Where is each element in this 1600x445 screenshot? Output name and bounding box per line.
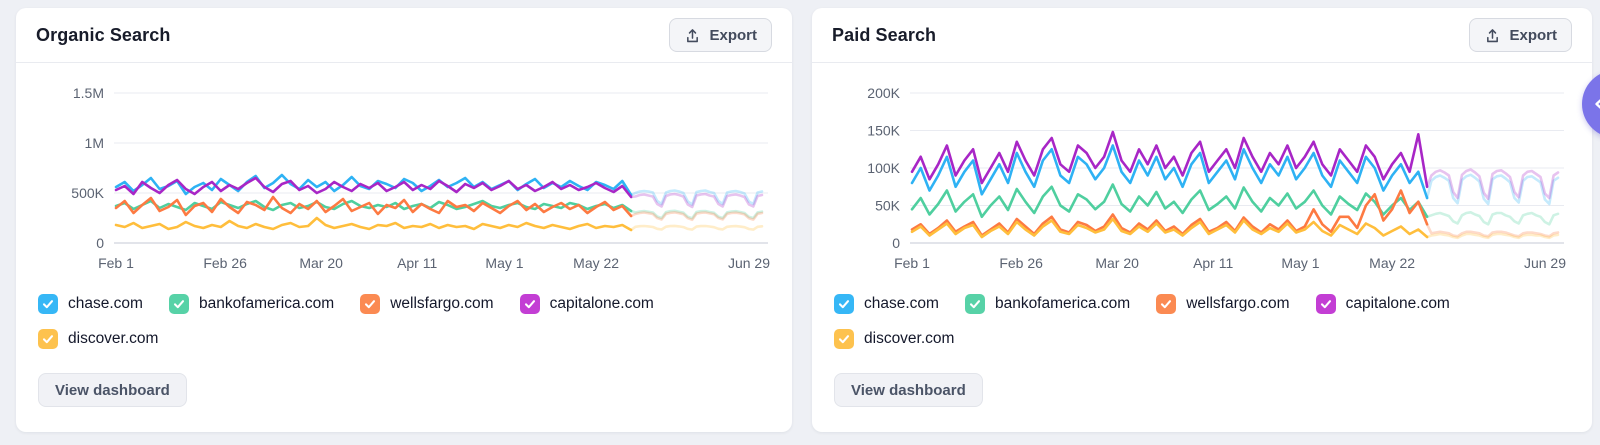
export-button-label: Export xyxy=(709,27,757,44)
organic-search-panel: Organic Search Export 1.5M 1M 500K 0 Feb 1 Fe… xyxy=(16,8,792,432)
svg-text:100K: 100K xyxy=(867,160,900,176)
chevron-left-icon xyxy=(1588,94,1600,114)
checkbox-checked-icon[interactable] xyxy=(38,294,58,314)
legend-row: chase.com bankofamerica.com wellsfargo.com… xyxy=(834,294,1570,314)
paid-search-chart[interactable]: 200K 150K 100K 50K 0 Feb 1 Feb 26 Mar 20 Apr 11 M… xyxy=(830,75,1570,280)
legend-label: discover.com xyxy=(68,330,158,348)
svg-text:Apr 11: Apr 11 xyxy=(397,255,437,271)
svg-text:Apr 11: Apr 11 xyxy=(1193,255,1233,271)
checkbox-checked-icon[interactable] xyxy=(38,329,58,349)
svg-text:0: 0 xyxy=(892,235,900,251)
organic-search-chart[interactable]: 1.5M 1M 500K 0 Feb 1 Feb 26 Mar 20 Apr 11 May 1 M… xyxy=(34,75,774,280)
svg-text:May 1: May 1 xyxy=(1281,255,1319,271)
export-button-label: Export xyxy=(1509,27,1557,44)
checkbox-checked-icon[interactable] xyxy=(360,294,380,314)
panel-header: Paid Search Export xyxy=(812,8,1592,63)
svg-text:150K: 150K xyxy=(867,123,900,139)
legend-label: chase.com xyxy=(68,295,143,313)
legend-label: bankofamerica.com xyxy=(199,295,334,313)
svg-text:Feb 26: Feb 26 xyxy=(999,255,1043,271)
upload-icon xyxy=(684,27,701,44)
legend-item-bankofamerica[interactable]: bankofamerica.com xyxy=(965,294,1130,314)
checkbox-checked-icon[interactable] xyxy=(834,294,854,314)
legend-item-discover[interactable]: discover.com xyxy=(834,329,954,349)
checkbox-checked-icon[interactable] xyxy=(1316,294,1336,314)
organic-search-legend: chase.com bankofamerica.com wellsfargo.com… xyxy=(16,294,792,349)
export-button[interactable]: Export xyxy=(669,18,772,52)
legend-label: capitalone.com xyxy=(550,295,654,313)
panel-title: Organic Search xyxy=(36,25,170,46)
svg-text:Mar 20: Mar 20 xyxy=(299,255,343,271)
export-button[interactable]: Export xyxy=(1469,18,1572,52)
legend-label: bankofamerica.com xyxy=(995,295,1130,313)
legend-item-wellsfargo[interactable]: wellsfargo.com xyxy=(360,294,493,314)
svg-text:Feb 26: Feb 26 xyxy=(203,255,247,271)
upload-icon xyxy=(1484,27,1501,44)
svg-text:Jun 29: Jun 29 xyxy=(728,255,770,271)
svg-text:Feb 1: Feb 1 xyxy=(894,255,930,271)
legend-label: wellsfargo.com xyxy=(1186,295,1289,313)
svg-text:0: 0 xyxy=(96,235,104,251)
legend-row: discover.com xyxy=(834,329,1570,349)
paid-search-legend: chase.com bankofamerica.com wellsfargo.com… xyxy=(812,294,1592,349)
checkbox-checked-icon[interactable] xyxy=(520,294,540,314)
checkbox-checked-icon[interactable] xyxy=(834,329,854,349)
legend-item-discover[interactable]: discover.com xyxy=(38,329,158,349)
legend-label: capitalone.com xyxy=(1346,295,1450,313)
dashboard-page: { "app": { "background_color": "#eef0f5"… xyxy=(0,0,1600,445)
svg-text:Mar 20: Mar 20 xyxy=(1095,255,1139,271)
legend-item-capitalone[interactable]: capitalone.com xyxy=(520,294,654,314)
legend-item-bankofamerica[interactable]: bankofamerica.com xyxy=(169,294,334,314)
legend-label: chase.com xyxy=(864,295,939,313)
svg-text:May 22: May 22 xyxy=(573,255,619,271)
checkbox-checked-icon[interactable] xyxy=(169,294,189,314)
legend-label: discover.com xyxy=(864,330,954,348)
svg-text:May 22: May 22 xyxy=(1369,255,1415,271)
view-dashboard-button[interactable]: View dashboard xyxy=(834,373,983,407)
svg-text:1.5M: 1.5M xyxy=(73,85,104,101)
legend-row: discover.com xyxy=(38,329,770,349)
paid-search-panel: Paid Search Export 200K 150K 100K 50K 0 Feb 1… xyxy=(812,8,1592,432)
legend-item-chase[interactable]: chase.com xyxy=(834,294,939,314)
panel-header: Organic Search Export xyxy=(16,8,792,63)
checkbox-checked-icon[interactable] xyxy=(1156,294,1176,314)
svg-text:Jun 29: Jun 29 xyxy=(1524,255,1566,271)
svg-text:1M: 1M xyxy=(85,135,104,151)
svg-text:200K: 200K xyxy=(867,85,900,101)
legend-row: chase.com bankofamerica.com wellsfargo.com… xyxy=(38,294,770,314)
checkbox-checked-icon[interactable] xyxy=(965,294,985,314)
svg-text:May 1: May 1 xyxy=(485,255,523,271)
legend-item-wellsfargo[interactable]: wellsfargo.com xyxy=(1156,294,1289,314)
legend-label: wellsfargo.com xyxy=(390,295,493,313)
view-dashboard-button[interactable]: View dashboard xyxy=(38,373,187,407)
legend-item-chase[interactable]: chase.com xyxy=(38,294,143,314)
svg-text:500K: 500K xyxy=(71,185,104,201)
svg-text:50K: 50K xyxy=(875,198,901,214)
svg-text:Feb 1: Feb 1 xyxy=(98,255,134,271)
panel-title: Paid Search xyxy=(832,25,936,46)
legend-item-capitalone[interactable]: capitalone.com xyxy=(1316,294,1450,314)
